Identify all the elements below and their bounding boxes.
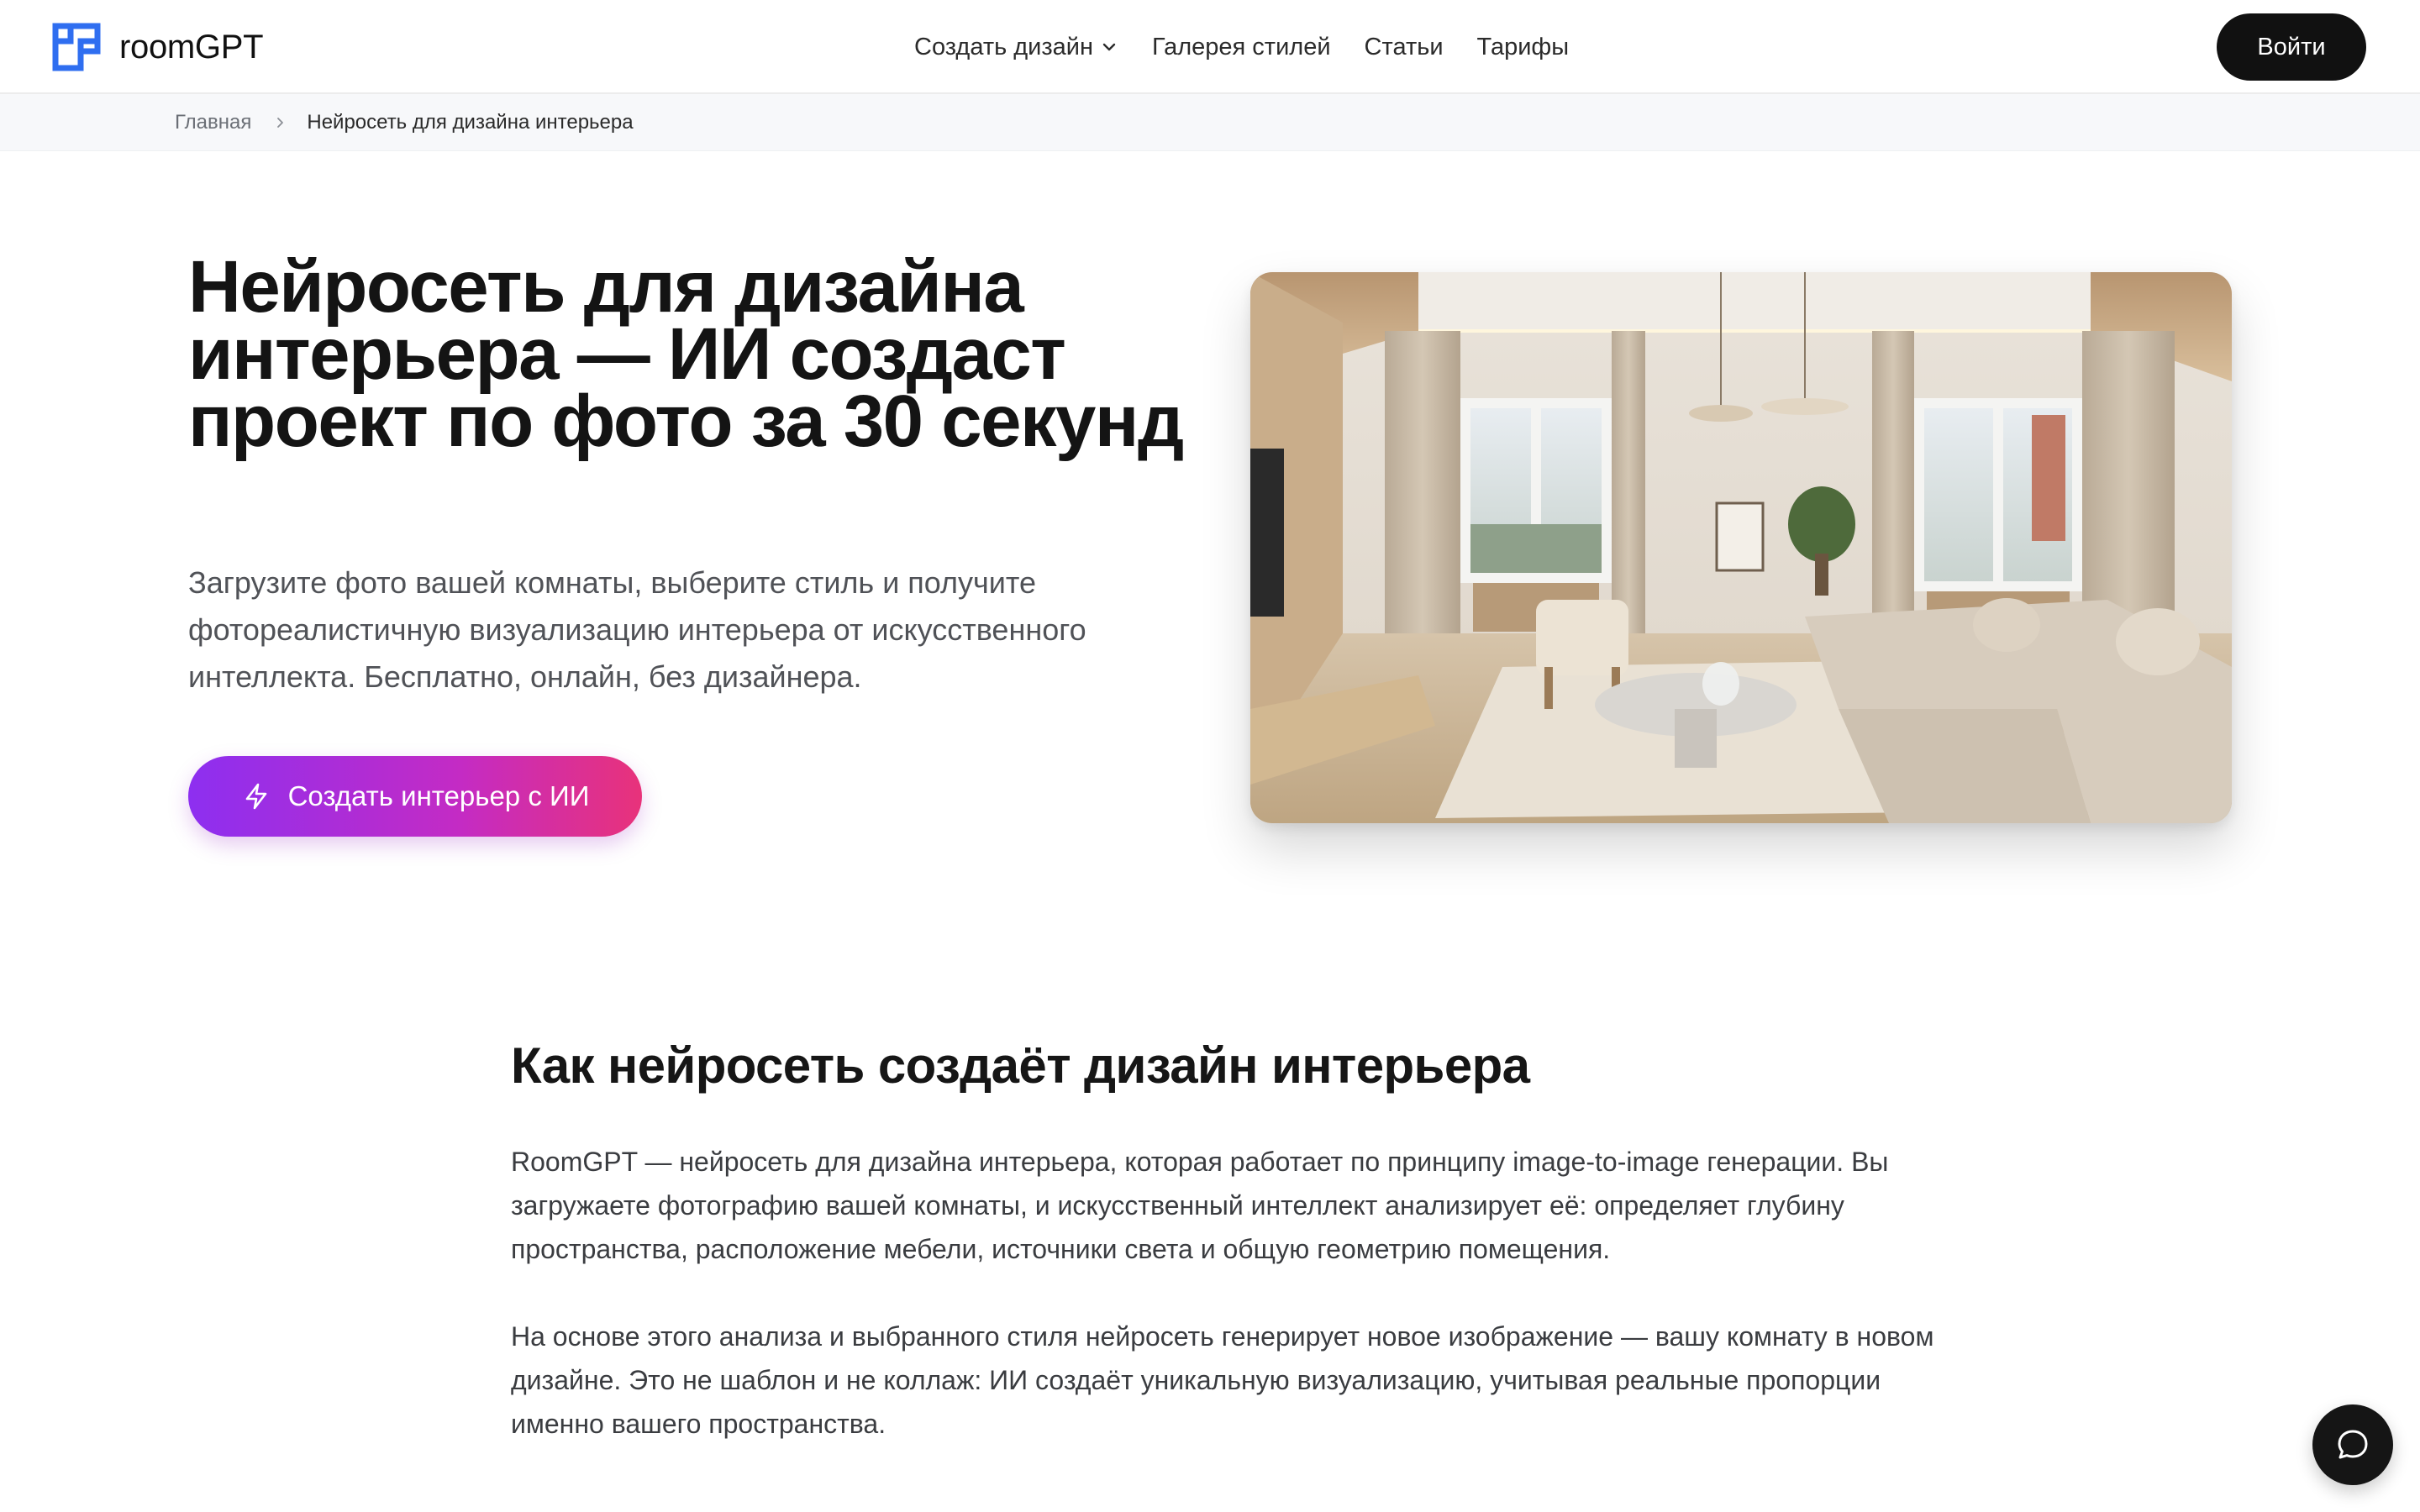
lightning-icon: [245, 783, 266, 810]
nav-create-design[interactable]: Создать дизайн: [914, 34, 1118, 61]
chat-button[interactable]: [2312, 1404, 2393, 1485]
page-title: Нейросеть для дизайна интерьера — ИИ соз…: [188, 246, 1184, 462]
hero-subtitle: Загрузите фото вашей комнаты, выберите с…: [188, 565, 1086, 694]
chevron-right-icon: [277, 117, 284, 128]
section-paragraph-2: На основе этого анализа и выбранного сти…: [511, 1321, 1934, 1439]
main-nav: Создать дизайн Галерея стилей Статьи Тар…: [914, 25, 1602, 69]
hero-interior-image: [1250, 272, 2232, 823]
login-button[interactable]: Войти: [2217, 13, 2366, 81]
breadcrumb: Главная Нейросеть для дизайна интерьера: [0, 94, 2420, 151]
breadcrumb-home-link[interactable]: Главная: [175, 111, 251, 134]
create-interior-button[interactable]: Создать интерьер с ИИ: [188, 756, 642, 837]
section-paragraph-1: RoomGPT — нейросеть для дизайна интерьер…: [511, 1147, 1889, 1264]
logo-text: roomGPT: [119, 28, 264, 66]
nav-articles[interactable]: Статьи: [1365, 34, 1444, 61]
nav-style-gallery[interactable]: Галерея стилей: [1152, 34, 1331, 61]
nav-pricing[interactable]: Тарифы: [1477, 34, 1570, 61]
nav-create-design-label: Создать дизайн: [914, 33, 1094, 60]
section-title: Как нейросеть создаёт дизайн интерьера: [511, 1037, 1530, 1094]
top-header: roomGPT Создать дизайн Галерея стилей Ст…: [0, 0, 2420, 94]
chat-bubble-icon: [2338, 1430, 2368, 1459]
logo-icon: [52, 23, 101, 71]
logo[interactable]: roomGPT: [52, 22, 264, 72]
breadcrumb-current: Нейросеть для дизайна интерьера: [307, 110, 634, 134]
cta-label: Создать интерьер с ИИ: [287, 780, 590, 811]
chevron-down-icon: [1102, 43, 1116, 51]
